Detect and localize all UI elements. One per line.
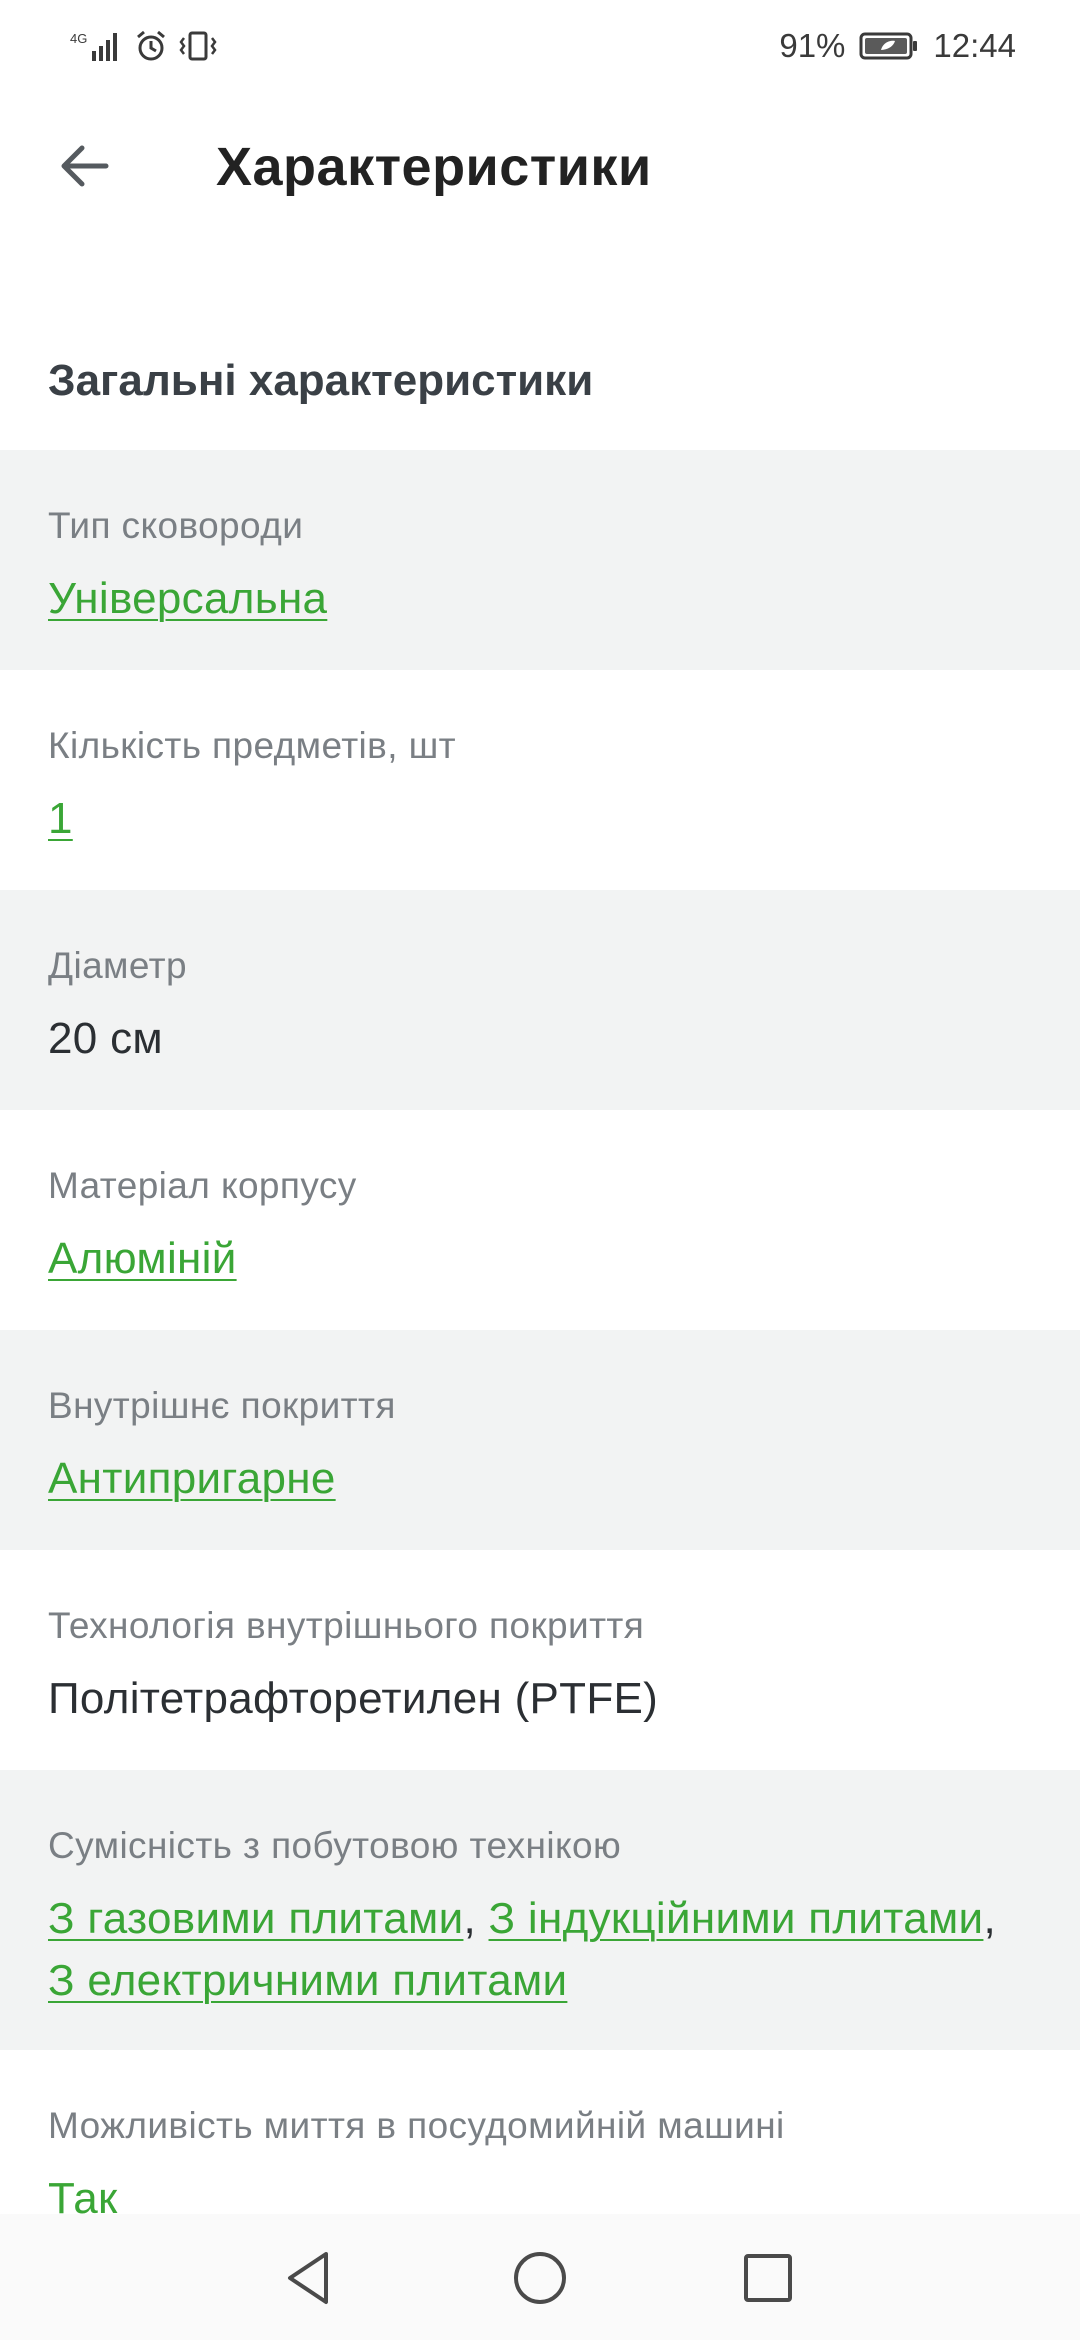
spec-link-aluminium[interactable]: Алюміній (48, 1234, 237, 1283)
status-bar: 4G 91% 12:44 (0, 0, 1080, 92)
spec-label: Діаметр (48, 945, 187, 986)
section-title: Загальні характеристики (48, 356, 594, 405)
spec-row-pan-type: Тип сковороди Універсальна (0, 450, 1080, 670)
vibrate-icon (178, 29, 218, 63)
spec-label: Сумісність з побутовою технікою (48, 1825, 622, 1866)
back-button[interactable] (44, 126, 124, 206)
square-recents-icon (744, 2254, 792, 2302)
spec-value: З газовими плитами, З індукційними плита… (48, 1888, 1032, 2012)
spec-label: Матеріал корпусу (48, 1165, 357, 1206)
spec-row-body-material: Матеріал корпусу Алюміній (0, 1110, 1080, 1330)
spec-row-coating-technology: Технологія внутрішнього покриття Політет… (0, 1550, 1080, 1770)
spec-row-compatibility: Сумісність з побутовою технікою З газови… (0, 1770, 1080, 2050)
spec-row-inner-coating: Внутрішнє покриття Антипригарне (0, 1330, 1080, 1550)
alarm-icon (134, 29, 168, 63)
screen: 4G 91% 12:44 Характеристики Загальні хар… (0, 0, 1080, 2340)
separator: , (463, 1894, 476, 1943)
signal-4g-icon: 4G (68, 29, 124, 63)
spec-value: Антипригарне (48, 1448, 1032, 1510)
spec-row-diameter: Діаметр 20 см (0, 890, 1080, 1110)
arrow-left-icon (61, 145, 109, 187)
circle-home-icon (514, 2252, 566, 2304)
separator: , (983, 1894, 996, 1943)
spec-link-non-stick[interactable]: Антипригарне (48, 1454, 336, 1503)
spec-value: Універсальна (48, 568, 1032, 630)
battery-icon (859, 31, 919, 61)
spec-link-induction-stoves[interactable]: З індукційними плитами (489, 1894, 984, 1943)
spec-row-items-count: Кількість предметів, шт 1 (0, 670, 1080, 890)
nav-back-button[interactable] (268, 2238, 348, 2318)
app-header: Характеристики (0, 92, 1080, 250)
spec-link-electric-stoves[interactable]: З електричними плитами (48, 1956, 567, 2005)
page-title: Характеристики (216, 137, 652, 197)
status-icons-right: 91% 12:44 (779, 27, 1016, 65)
clock: 12:44 (933, 27, 1016, 64)
spec-label: Технологія внутрішнього покриття (48, 1605, 645, 1646)
specs-list: Тип сковороди Універсальна Кількість пре… (0, 450, 1080, 2270)
spec-link-universal[interactable]: Універсальна (48, 574, 327, 623)
spec-label: Тип сковороди (48, 505, 304, 546)
spec-value: 1 (48, 788, 1032, 850)
status-icons-left: 4G (68, 29, 218, 63)
triangle-back-icon (288, 2252, 328, 2304)
spec-value: 20 см (48, 1014, 163, 1063)
svg-text:4G: 4G (70, 31, 87, 46)
spec-label: Кількість предметів, шт (48, 725, 457, 766)
spec-label: Можливість миття в посудомийній машині (48, 2105, 785, 2146)
spec-value: Політетрафторетилен (PTFE) (48, 1674, 659, 1723)
system-nav-bar (0, 2214, 1080, 2340)
battery-percent: 91% (779, 27, 846, 64)
nav-recents-button[interactable] (728, 2238, 808, 2318)
spec-label: Внутрішнє покриття (48, 1385, 396, 1426)
spec-link-gas-stoves[interactable]: З газовими плитами (48, 1894, 463, 1943)
nav-home-button[interactable] (500, 2238, 580, 2318)
spec-link-count[interactable]: 1 (48, 794, 73, 843)
spec-value: Алюміній (48, 1228, 1032, 1290)
